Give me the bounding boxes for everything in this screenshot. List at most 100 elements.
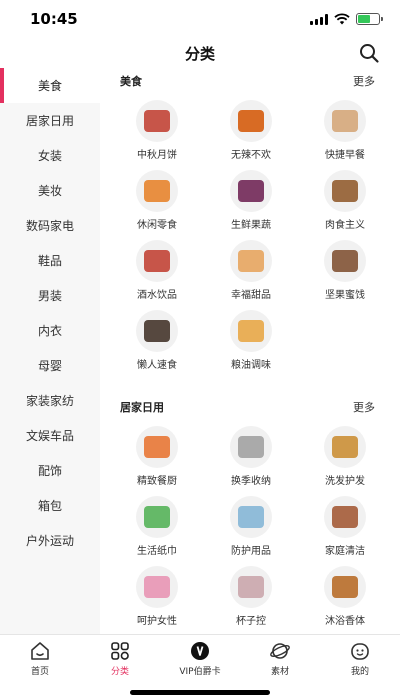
- category-tile[interactable]: 家庭清洁: [298, 490, 392, 560]
- category-tile-label: 坚果蜜饯: [325, 290, 365, 301]
- sidebar-item[interactable]: 户外运动: [0, 523, 100, 558]
- sidebar-item[interactable]: 男装: [0, 278, 100, 313]
- category-grid: 精致餐厨 换季收纳 洗发护发生活纸巾 防护用品 家庭清洁呵护女性 杯子控 沐浴香体: [100, 420, 400, 634]
- sidebar-item-label: 箱包: [37, 499, 62, 513]
- status-time: 10:45: [30, 10, 78, 28]
- more-link[interactable]: 更多: [353, 73, 375, 89]
- sidebar-item[interactable]: 美妆: [0, 173, 100, 208]
- search-icon[interactable]: [358, 42, 380, 64]
- tab-home[interactable]: 首页: [0, 635, 80, 700]
- tab-label: 分类: [110, 667, 129, 677]
- category-tile[interactable]: 肉食主义: [298, 164, 392, 234]
- sidebar-item[interactable]: 数码家电: [0, 208, 100, 243]
- product-thumbnail: [324, 496, 366, 538]
- product-thumbnail: [230, 310, 272, 352]
- category-content: 美食 更多 中秋月饼 无辣不欢 快捷早餐 休闲零食 生鲜果蔬 肉食主义 酒水饮品 幸福甜品 坚果蜜饯…: [100, 68, 400, 634]
- category-tile[interactable]: 酒水饮品: [110, 234, 204, 304]
- wifi-icon: [334, 13, 350, 25]
- category-tile[interactable]: 防护用品: [204, 490, 298, 560]
- sidebar-item-label: 家装家纺: [25, 394, 74, 408]
- product-thumbnail: [136, 496, 178, 538]
- status-bar: 10:45: [0, 0, 400, 38]
- product-thumbnail: [136, 310, 178, 352]
- tab-label: 首页: [30, 667, 49, 677]
- status-icons: [310, 13, 383, 25]
- category-tile-label: 杯子控: [236, 616, 266, 627]
- section-header: 美食 更多: [100, 68, 400, 94]
- category-tile[interactable]: 换季收纳: [204, 420, 298, 490]
- product-thumbnail: [230, 100, 272, 142]
- tab-label: 我的: [350, 667, 369, 677]
- category-tile[interactable]: 无辣不欢: [204, 94, 298, 164]
- category-tile-label: 生鲜果蔬: [231, 220, 271, 231]
- sidebar-item[interactable]: 母婴: [0, 348, 100, 383]
- sidebar-item-label: 户外运动: [25, 534, 74, 548]
- product-thumbnail: [136, 566, 178, 608]
- tab-label: VIP伯爵卡: [179, 667, 221, 677]
- sidebar-item[interactable]: 内衣: [0, 313, 100, 348]
- section-title: 居家日用: [120, 401, 164, 414]
- product-thumbnail: [136, 240, 178, 282]
- tab-profile[interactable]: 我的: [320, 635, 400, 700]
- sidebar-item-label: 配饰: [37, 464, 62, 478]
- sidebar-item[interactable]: 配饰: [0, 453, 100, 488]
- category-tile-label: 家庭清洁: [325, 546, 365, 557]
- sidebar-item[interactable]: 鞋品: [0, 243, 100, 278]
- section-header: 居家日用 更多: [100, 394, 400, 420]
- category-tile-label: 无辣不欢: [231, 150, 271, 161]
- category-tile[interactable]: 懒人速食: [110, 304, 204, 374]
- home-indicator: [130, 690, 270, 695]
- category-tile-label: 酒水饮品: [137, 290, 177, 301]
- sidebar-item[interactable]: 箱包: [0, 488, 100, 523]
- category-tile-label: 防护用品: [231, 546, 271, 557]
- sidebar-item-label: 美妆: [37, 184, 62, 198]
- signal-icon: [310, 13, 328, 25]
- category-tile-label: 粮油调味: [231, 360, 271, 371]
- sidebar-item[interactable]: 居家日用: [0, 103, 100, 138]
- section-title: 美食: [120, 75, 142, 88]
- product-thumbnail: [136, 100, 178, 142]
- more-link[interactable]: 更多: [353, 399, 375, 415]
- product-thumbnail: [230, 496, 272, 538]
- category-tile[interactable]: 杯子控: [204, 560, 298, 630]
- sidebar-item-label: 男装: [37, 289, 62, 303]
- sidebar-item-label: 数码家电: [25, 219, 74, 233]
- category-tile[interactable]: 中秋月饼: [110, 94, 204, 164]
- product-thumbnail: [324, 240, 366, 282]
- sidebar-item[interactable]: 女装: [0, 138, 100, 173]
- category-tile[interactable]: 生鲜果蔬: [204, 164, 298, 234]
- category-tile-label: 呵护女性: [137, 616, 177, 627]
- product-thumbnail: [324, 426, 366, 468]
- category-tile[interactable]: 生活纸巾: [110, 490, 204, 560]
- category-tile[interactable]: 精致餐厨: [110, 420, 204, 490]
- category-tile[interactable]: 快捷早餐: [298, 94, 392, 164]
- material-icon: [270, 643, 290, 659]
- sidebar-item[interactable]: 家装家纺: [0, 383, 100, 418]
- category-tile[interactable]: 坚果蜜饯: [298, 234, 392, 304]
- sidebar-item[interactable]: 文娱车品: [0, 418, 100, 453]
- category-tile-label: 肉食主义: [325, 220, 365, 231]
- category-tile-label: 换季收纳: [231, 476, 271, 487]
- category-tile[interactable]: 沐浴香体: [298, 560, 392, 630]
- category-tile[interactable]: 粮油调味: [204, 304, 298, 374]
- home-icon: [31, 642, 49, 660]
- product-thumbnail: [230, 566, 272, 608]
- page-title: 分类: [184, 44, 215, 63]
- profile-icon: [351, 643, 369, 660]
- sidebar-item[interactable]: 美食: [0, 68, 100, 103]
- sidebar-item-label: 母婴: [37, 359, 62, 373]
- product-thumbnail: [136, 426, 178, 468]
- product-thumbnail: [230, 240, 272, 282]
- category-tile[interactable]: 幸福甜品: [204, 234, 298, 304]
- sidebar-item-label: 文娱车品: [25, 429, 74, 443]
- category-tile-label: 休闲零食: [137, 220, 177, 231]
- category-tile[interactable]: 洗发护发: [298, 420, 392, 490]
- category-tile[interactable]: 休闲零食: [110, 164, 204, 234]
- category-tile[interactable]: 呵护女性: [110, 560, 204, 630]
- sidebar-item-label: 居家日用: [25, 114, 74, 128]
- product-thumbnail: [230, 170, 272, 212]
- category-tile-label: 精致餐厨: [137, 476, 177, 487]
- sidebar-item-label: 美食: [37, 79, 62, 93]
- product-thumbnail: [230, 426, 272, 468]
